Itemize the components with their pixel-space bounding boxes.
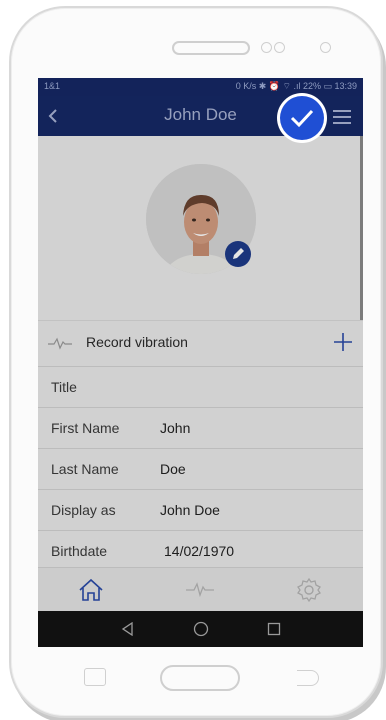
field-label: First Name bbox=[51, 420, 120, 436]
field-title[interactable]: Title bbox=[38, 366, 363, 408]
earpiece-speaker bbox=[172, 41, 250, 55]
bottom-navigation bbox=[38, 567, 363, 612]
record-vibration-row[interactable]: Record vibration bbox=[38, 321, 363, 364]
field-value[interactable]: John bbox=[160, 420, 190, 436]
home-icon[interactable] bbox=[78, 578, 104, 602]
sensor-dot bbox=[261, 42, 272, 53]
field-value[interactable]: 14/02/1970 bbox=[164, 543, 234, 559]
camera-dot bbox=[320, 42, 331, 53]
confirm-button[interactable] bbox=[280, 96, 324, 140]
field-label: Title bbox=[51, 379, 77, 395]
vibration-wave-icon bbox=[48, 337, 72, 350]
hardware-home-button[interactable] bbox=[160, 665, 240, 691]
status-indicators: 0 K/s ✱ ⏰ ⌔ .ıl 22% ▭ 13:39 bbox=[235, 81, 357, 91]
hardware-recents-icon[interactable] bbox=[84, 668, 106, 686]
status-bar: 1&1 0 K/s ✱ ⏰ ⌔ .ıl 22% ▭ 13:39 bbox=[38, 78, 363, 96]
carrier-label: 1&1 bbox=[44, 81, 61, 91]
home-circle-icon[interactable] bbox=[193, 621, 209, 637]
field-last-name[interactable]: Last Name Doe bbox=[38, 448, 363, 490]
record-vibration-label: Record vibration bbox=[86, 334, 188, 350]
plus-icon[interactable] bbox=[333, 332, 353, 352]
vibration-wave-icon[interactable] bbox=[186, 581, 214, 597]
field-label: Birthdate bbox=[51, 543, 108, 559]
scrollbar[interactable] bbox=[360, 136, 363, 320]
field-birthdate[interactable]: Birthdate 14/02/1970 bbox=[38, 530, 363, 572]
back-triangle-icon[interactable] bbox=[121, 622, 135, 636]
recents-square-icon[interactable] bbox=[267, 622, 281, 636]
field-value[interactable]: John Doe bbox=[160, 502, 220, 518]
system-navigation-bar bbox=[38, 611, 363, 647]
field-display-as[interactable]: Display as John Doe bbox=[38, 489, 363, 531]
settings-gear-icon[interactable] bbox=[296, 577, 322, 603]
check-icon bbox=[290, 109, 314, 128]
sensor-dot bbox=[274, 42, 285, 53]
field-label: Last Name bbox=[51, 461, 119, 477]
hardware-back-icon[interactable] bbox=[297, 670, 319, 686]
edit-avatar-button[interactable] bbox=[225, 241, 251, 267]
phone-screen: 1&1 0 K/s ✱ ⏰ ⌔ .ıl 22% ▭ 13:39 John Doe bbox=[38, 78, 363, 647]
field-value[interactable]: Doe bbox=[160, 461, 186, 477]
field-first-name[interactable]: First Name John bbox=[38, 407, 363, 449]
hamburger-menu-icon[interactable] bbox=[332, 109, 352, 125]
field-label: Display as bbox=[51, 502, 116, 518]
pencil-icon bbox=[233, 248, 244, 259]
